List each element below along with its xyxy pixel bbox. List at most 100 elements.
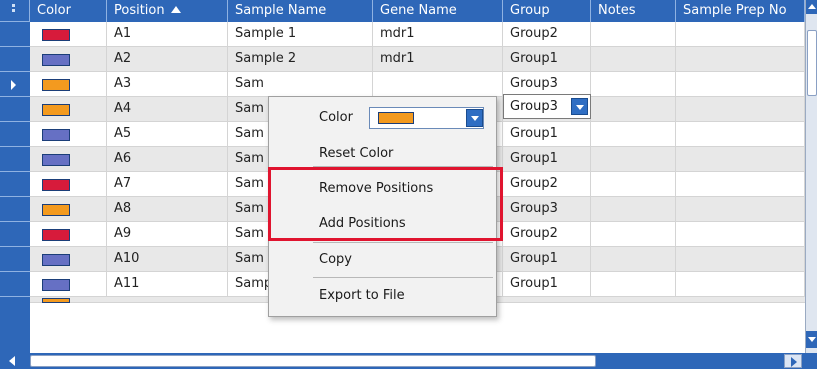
row-header-cell[interactable] (0, 72, 30, 97)
position-cell[interactable]: A9 (107, 222, 228, 247)
group-cell[interactable]: Group2 (503, 22, 591, 47)
color-cell[interactable] (30, 272, 107, 297)
row-header-column (0, 0, 30, 369)
prep-cell[interactable] (676, 197, 805, 222)
position-cell[interactable]: A4 (107, 97, 228, 122)
color-cell[interactable] (30, 197, 107, 222)
scroll-right-button[interactable] (784, 354, 802, 368)
notes-cell[interactable] (591, 247, 676, 272)
position-cell[interactable]: A7 (107, 172, 228, 197)
notes-cell[interactable] (591, 172, 676, 197)
gene-cell[interactable]: mdr1 (373, 22, 503, 47)
notes-cell[interactable] (591, 197, 676, 222)
column-header-gene-name[interactable]: Gene Name (373, 0, 503, 22)
table-row[interactable]: A1 Sample 1 mdr1 Group2 (0, 22, 805, 47)
column-header-sample-name[interactable]: Sample Name (228, 0, 373, 22)
group-dropdown-button[interactable] (571, 98, 588, 115)
color-cell[interactable] (30, 222, 107, 247)
notes-cell[interactable] (591, 22, 676, 47)
notes-cell[interactable] (591, 122, 676, 147)
prep-cell[interactable] (676, 222, 805, 247)
table-row[interactable]: A3 Sam Group3 (0, 72, 805, 97)
prep-cell[interactable] (676, 22, 805, 47)
row-header-cell[interactable] (0, 272, 30, 297)
menu-item-export-to-file[interactable]: Export to File (319, 286, 405, 306)
position-cell[interactable]: A2 (107, 47, 228, 72)
column-header-position[interactable]: Position (107, 0, 228, 22)
position-cell[interactable]: A6 (107, 147, 228, 172)
table-row[interactable]: A2 Sample 2 mdr1 Group1 (0, 47, 805, 72)
menu-item-copy[interactable]: Copy (319, 250, 352, 270)
color-cell[interactable] (30, 97, 107, 122)
horizontal-scroll-thumb[interactable] (30, 355, 596, 367)
group-cell[interactable]: Group3 (503, 197, 591, 222)
arrow-left-icon[interactable] (9, 356, 15, 366)
row-header-cell[interactable] (0, 147, 30, 172)
group-cell[interactable]: Group2 (503, 222, 591, 247)
row-header-cell[interactable] (0, 247, 30, 272)
column-header-group[interactable]: Group (503, 0, 591, 22)
color-dropdown[interactable] (369, 107, 484, 129)
prep-cell[interactable] (676, 72, 805, 97)
prep-cell[interactable] (676, 272, 805, 297)
row-header-cell[interactable] (0, 47, 30, 72)
row-header-cell[interactable] (0, 97, 30, 122)
notes-cell[interactable] (591, 222, 676, 247)
sample-cell[interactable]: Sample 2 (228, 47, 373, 72)
color-cell[interactable] (30, 22, 107, 47)
scroll-up-button[interactable] (806, 0, 817, 14)
color-swatch (42, 254, 70, 266)
row-header-cell[interactable] (0, 22, 30, 47)
vertical-scroll-thumb[interactable] (807, 30, 817, 96)
select-all-corner[interactable] (0, 0, 30, 22)
prep-cell[interactable] (676, 172, 805, 197)
color-swatch (42, 154, 70, 166)
group-cell-editor[interactable]: Group3 (503, 94, 591, 119)
color-cell[interactable] (30, 72, 107, 97)
row-header-cell[interactable] (0, 222, 30, 247)
group-cell[interactable]: Group1 (503, 147, 591, 172)
gene-cell[interactable] (373, 72, 503, 97)
group-cell[interactable]: Group1 (503, 122, 591, 147)
position-cell[interactable]: A5 (107, 122, 228, 147)
group-cell[interactable]: Group1 (503, 47, 591, 72)
prep-cell[interactable] (676, 47, 805, 72)
color-cell[interactable] (30, 172, 107, 197)
group-cell[interactable]: Group2 (503, 172, 591, 197)
prep-cell[interactable] (676, 147, 805, 172)
notes-cell[interactable] (591, 72, 676, 97)
row-header-cell[interactable] (0, 172, 30, 197)
row-header-cell[interactable] (0, 122, 30, 147)
group-cell[interactable]: Group1 (503, 247, 591, 272)
position-cell[interactable]: A11 (107, 272, 228, 297)
color-dropdown-button[interactable] (466, 109, 483, 127)
notes-cell[interactable] (591, 272, 676, 297)
scroll-down-button[interactable] (806, 331, 817, 348)
position-cell[interactable]: A3 (107, 72, 228, 97)
notes-cell[interactable] (591, 147, 676, 172)
notes-cell[interactable] (591, 97, 676, 122)
position-cell[interactable]: A10 (107, 247, 228, 272)
sample-cell[interactable]: Sample 1 (228, 22, 373, 47)
gene-cell[interactable]: mdr1 (373, 47, 503, 72)
prep-cell[interactable] (676, 97, 805, 122)
color-cell[interactable] (30, 122, 107, 147)
color-cell[interactable] (30, 247, 107, 272)
color-cell[interactable] (30, 147, 107, 172)
row-header-cell[interactable] (0, 197, 30, 222)
menu-separator (313, 277, 493, 278)
prep-cell[interactable] (676, 122, 805, 147)
column-header-sample-prep[interactable]: Sample Prep No (676, 0, 805, 22)
position-cell[interactable]: A1 (107, 22, 228, 47)
horizontal-scrollbar[interactable] (0, 353, 817, 369)
column-header-color[interactable]: Color (30, 0, 107, 22)
column-header-notes[interactable]: Notes (591, 0, 676, 22)
group-cell[interactable]: Group1 (503, 272, 591, 297)
prep-cell[interactable] (676, 247, 805, 272)
vertical-scrollbar[interactable] (805, 0, 817, 353)
notes-cell[interactable] (591, 47, 676, 72)
sample-cell[interactable]: Sam (228, 72, 373, 97)
color-cell[interactable] (30, 47, 107, 72)
menu-item-reset-color[interactable]: Reset Color (319, 144, 393, 164)
position-cell[interactable]: A8 (107, 197, 228, 222)
